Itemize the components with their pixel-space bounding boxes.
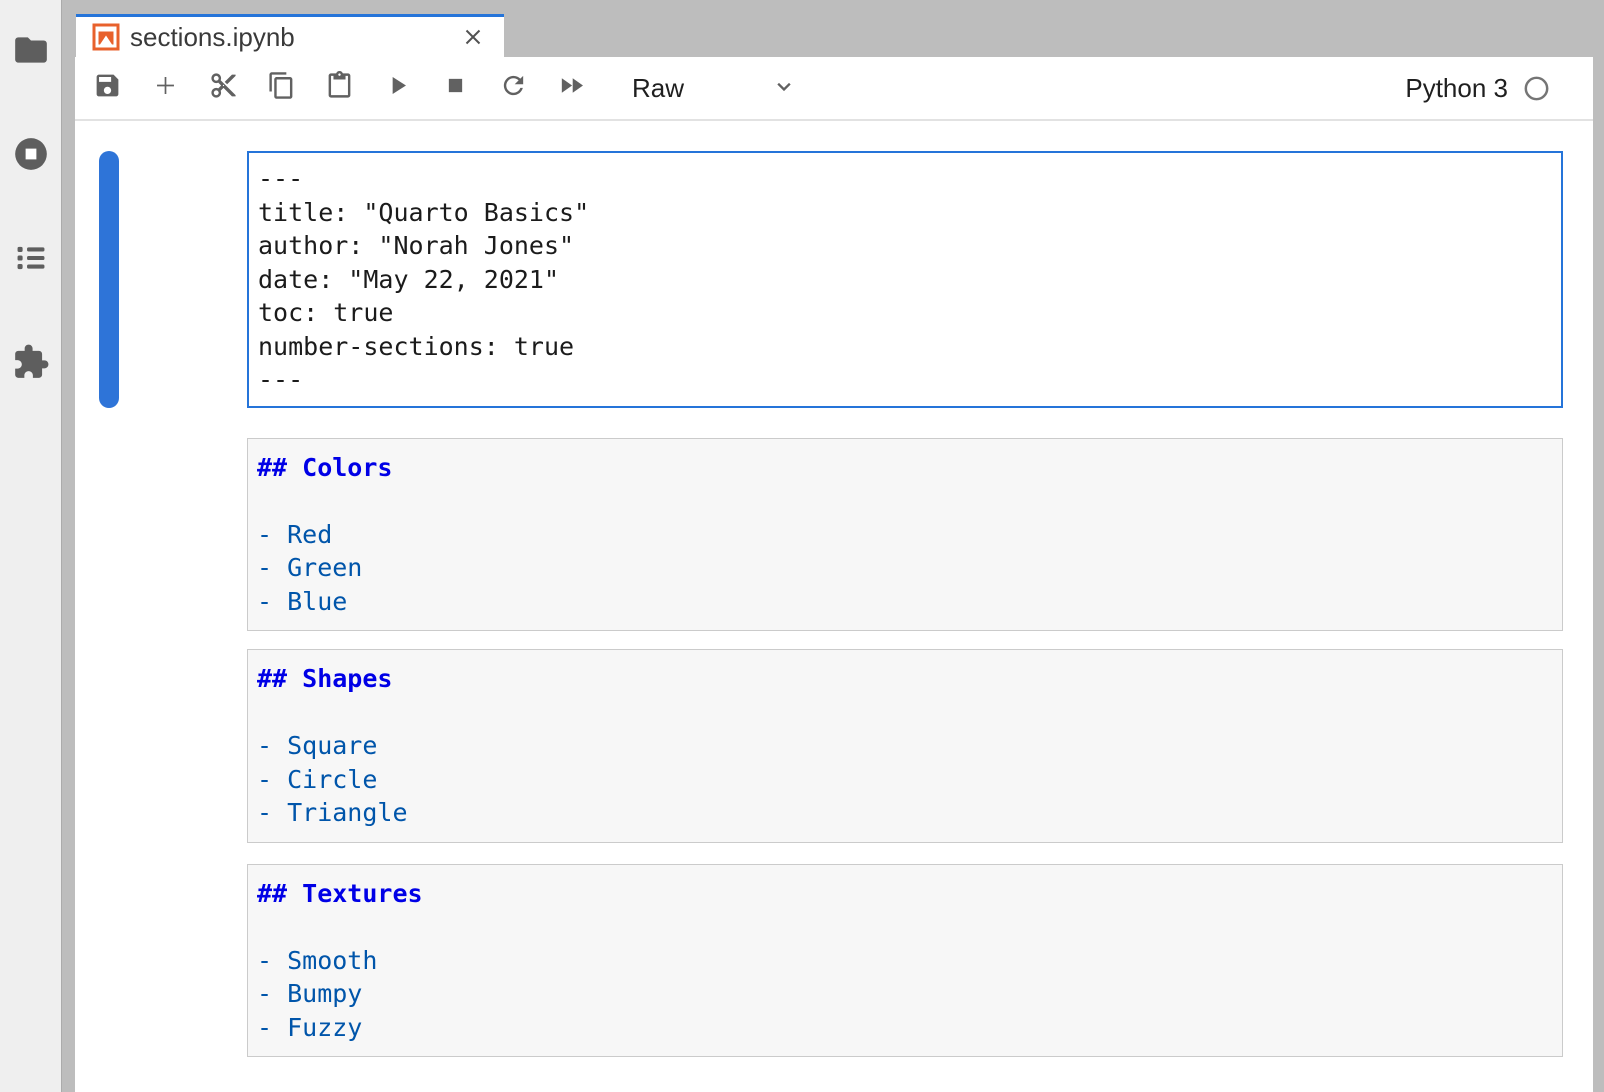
- code-line: ---: [258, 363, 1552, 397]
- cell-type-dropdown[interactable]: Raw: [626, 66, 804, 110]
- restart-run-all-button[interactable]: [552, 69, 590, 107]
- notebook-panel: Raw Python 3 --- title: "Quarto Basics" …: [75, 57, 1593, 1092]
- cell-markdown-textures: ## Textures - Smooth - Bumpy - Fuzzy: [99, 864, 1563, 1058]
- close-icon[interactable]: [458, 22, 488, 52]
- md-heading-line: ## Shapes: [257, 662, 1553, 696]
- save-button[interactable]: [88, 69, 126, 107]
- code-line: ---: [258, 162, 1552, 196]
- interrupt-kernel-button[interactable]: [436, 69, 474, 107]
- sidebar-item-file-browser[interactable]: [9, 30, 53, 74]
- markdown-cell-editor[interactable]: ## Shapes - Square - Circle - Triangle: [247, 649, 1563, 843]
- md-list-line: - Circle: [257, 763, 1553, 797]
- cell-raw-yaml: --- title: "Quarto Basics" author: "Nora…: [99, 151, 1563, 408]
- md-list-line: - Blue: [257, 585, 1553, 619]
- md-heading-line: ## Textures: [257, 877, 1553, 911]
- stop-circle-icon: [12, 135, 50, 178]
- chevron-down-icon: [770, 72, 798, 105]
- run-cell-button[interactable]: [378, 69, 416, 107]
- md-list-line: - Bumpy: [257, 977, 1553, 1011]
- tab-sections-ipynb[interactable]: sections.ipynb: [76, 14, 504, 57]
- notebook-content: --- title: "Quarto Basics" author: "Nora…: [75, 121, 1593, 1092]
- kernel-indicator[interactable]: Python 3: [1405, 73, 1550, 104]
- tab-bar: sections.ipynb: [75, 0, 1593, 57]
- markdown-cell-editor[interactable]: ## Textures - Smooth - Bumpy - Fuzzy: [247, 864, 1563, 1058]
- puzzle-icon: [12, 343, 50, 386]
- insert-cell-button[interactable]: [146, 69, 184, 107]
- main-dock-panel: sections.ipynb: [75, 0, 1593, 1092]
- list-icon: [12, 239, 50, 282]
- kernel-name: Python 3: [1405, 73, 1508, 104]
- md-heading-line: ## Colors: [257, 451, 1553, 485]
- code-line: title: "Quarto Basics": [258, 196, 1552, 230]
- md-list-line: - Fuzzy: [257, 1011, 1553, 1045]
- cell-collapser[interactable]: [99, 151, 119, 408]
- cell-collapser[interactable]: [99, 438, 119, 632]
- md-list-line: - Smooth: [257, 944, 1553, 978]
- code-line: number-sections: true: [258, 330, 1552, 364]
- md-list-line: - Triangle: [257, 796, 1553, 830]
- activity-sidebar: [0, 0, 62, 1092]
- code-line: author: "Norah Jones": [258, 229, 1552, 263]
- md-list-line: - Square: [257, 729, 1553, 763]
- refresh-icon: [499, 71, 528, 105]
- cut-cell-button[interactable]: [204, 69, 242, 107]
- notebook-file-icon: [92, 23, 120, 51]
- cell-collapser[interactable]: [99, 649, 119, 843]
- paste-cell-button[interactable]: [320, 69, 358, 107]
- scissors-icon: [209, 71, 238, 105]
- sidebar-item-running-kernels[interactable]: [9, 134, 53, 178]
- notebook-toolbar: Raw Python 3: [75, 57, 1593, 121]
- play-icon: [383, 71, 412, 105]
- fast-forward-icon: [557, 71, 586, 105]
- md-list-line: - Red: [257, 518, 1553, 552]
- clipboard-icon: [325, 71, 354, 105]
- save-icon: [93, 71, 122, 105]
- cell-markdown-colors: ## Colors - Red - Green - Blue: [99, 438, 1563, 632]
- tab-title: sections.ipynb: [130, 22, 458, 53]
- code-line: date: "May 22, 2021": [258, 263, 1552, 297]
- raw-cell-editor[interactable]: --- title: "Quarto Basics" author: "Nora…: [247, 151, 1563, 408]
- md-list-line: - Green: [257, 551, 1553, 585]
- folder-icon: [12, 31, 50, 74]
- plus-icon: [151, 71, 180, 105]
- sidebar-item-extensions[interactable]: [9, 342, 53, 386]
- copy-icon: [267, 71, 296, 105]
- md-blank-line: [257, 696, 1553, 730]
- restart-kernel-button[interactable]: [494, 69, 532, 107]
- md-blank-line: [257, 484, 1553, 518]
- markdown-cell-editor[interactable]: ## Colors - Red - Green - Blue: [247, 438, 1563, 632]
- stop-icon: [441, 71, 470, 105]
- sidebar-item-table-of-contents[interactable]: [9, 238, 53, 282]
- cell-markdown-shapes: ## Shapes - Square - Circle - Triangle: [99, 649, 1563, 843]
- md-blank-line: [257, 910, 1553, 944]
- cell-collapser[interactable]: [99, 864, 119, 1058]
- copy-cell-button[interactable]: [262, 69, 300, 107]
- cell-type-value: Raw: [632, 73, 684, 104]
- code-line: toc: true: [258, 296, 1552, 330]
- kernel-idle-icon: [1523, 75, 1550, 102]
